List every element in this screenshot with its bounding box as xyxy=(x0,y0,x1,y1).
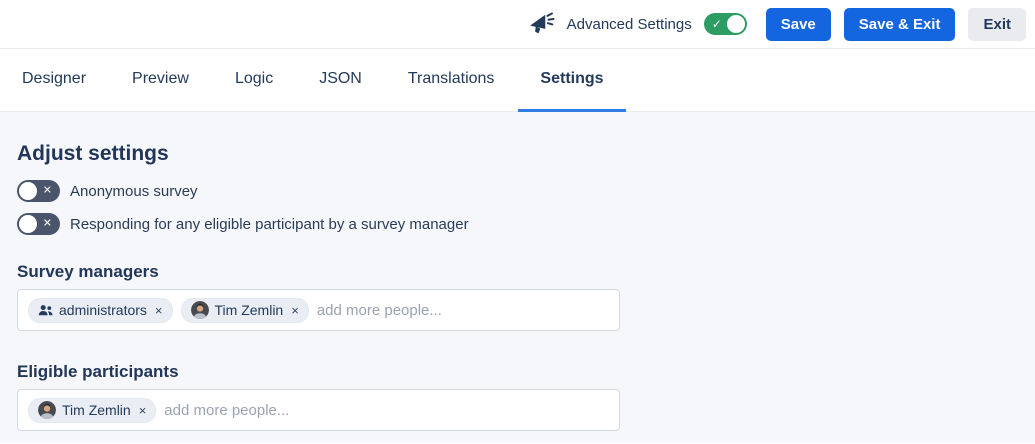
remove-tag-icon[interactable]: × xyxy=(153,304,163,317)
settings-panel: Adjust settings ✕ Anonymous survey ✕ Res… xyxy=(0,112,1035,443)
users-group-icon xyxy=(38,303,53,317)
advanced-settings-toggle[interactable]: ✓ xyxy=(704,13,747,35)
check-icon: ✓ xyxy=(712,18,722,30)
exit-button[interactable]: Exit xyxy=(968,8,1026,41)
megaphone-icon xyxy=(529,11,555,37)
x-icon: ✕ xyxy=(43,218,52,229)
anonymous-survey-toggle[interactable]: ✕ xyxy=(17,180,60,202)
save-button[interactable]: Save xyxy=(766,8,831,41)
survey-managers-input[interactable]: administrators × Tim Zemlin × xyxy=(17,289,620,331)
x-icon: ✕ xyxy=(43,185,52,196)
anonymous-survey-row: ✕ Anonymous survey xyxy=(17,180,1035,202)
remove-tag-icon[interactable]: × xyxy=(289,304,299,317)
toggle-knob xyxy=(727,15,745,33)
add-eligible-participant-input[interactable] xyxy=(164,402,609,419)
top-toolbar: Advanced Settings ✓ Save Save & Exit Exi… xyxy=(0,0,1035,49)
tab-designer[interactable]: Designer xyxy=(0,49,108,112)
responding-for-participant-row: ✕ Responding for any eligible participan… xyxy=(17,213,1035,235)
tab-translations[interactable]: Translations xyxy=(386,49,517,112)
tag-tim-zemlin: Tim Zemlin × xyxy=(181,298,309,323)
anonymous-survey-label: Anonymous survey xyxy=(70,183,198,200)
tag-administrators: administrators × xyxy=(28,298,173,323)
advanced-settings-group: Advanced Settings ✓ xyxy=(529,11,747,37)
tab-preview[interactable]: Preview xyxy=(110,49,211,112)
avatar xyxy=(191,301,209,319)
survey-managers-heading: Survey managers xyxy=(17,262,1035,282)
tag-label: administrators xyxy=(59,302,147,318)
remove-tag-icon[interactable]: × xyxy=(137,404,147,417)
responding-for-participant-toggle[interactable]: ✕ xyxy=(17,213,60,235)
tag-tim-zemlin: Tim Zemlin × xyxy=(28,398,156,423)
advanced-settings-label: Advanced Settings xyxy=(567,16,692,33)
add-survey-manager-input[interactable] xyxy=(317,302,609,319)
toggle-knob xyxy=(19,215,37,233)
avatar xyxy=(38,401,56,419)
eligible-participants-input[interactable]: Tim Zemlin × xyxy=(17,389,620,431)
tag-label: Tim Zemlin xyxy=(215,302,284,318)
tab-settings[interactable]: Settings xyxy=(518,49,625,112)
tab-logic[interactable]: Logic xyxy=(213,49,295,112)
save-and-exit-button[interactable]: Save & Exit xyxy=(844,8,956,41)
eligible-participants-heading: Eligible participants xyxy=(17,362,1035,382)
toggle-knob xyxy=(19,182,37,200)
responding-for-participant-label: Responding for any eligible participant … xyxy=(70,216,469,233)
tag-label: Tim Zemlin xyxy=(62,402,131,418)
page-title: Adjust settings xyxy=(17,142,1035,166)
tab-json[interactable]: JSON xyxy=(297,49,384,112)
creator-tab-bar: Designer Preview Logic JSON Translations… xyxy=(0,49,1035,112)
